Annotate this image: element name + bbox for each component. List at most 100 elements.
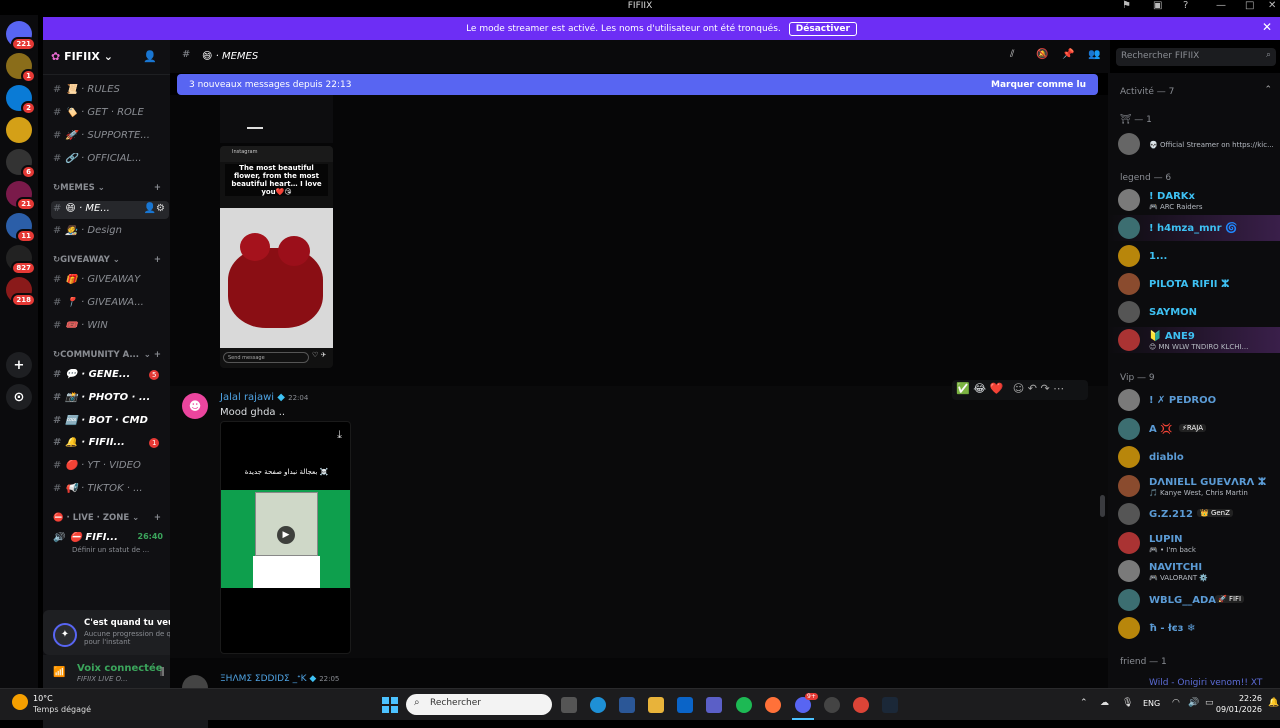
clock-time[interactable]: 22:26 <box>1222 694 1262 703</box>
member-item[interactable]: ! h4mza_mnr 🌀 <box>1108 215 1280 241</box>
server-icon[interactable]: 827 <box>6 245 36 275</box>
message-author[interactable]: Jalal rajawi ◆ 22:04 <box>220 392 308 403</box>
member-item[interactable]: ! DARKx 🎮 ARC Raiders <box>1108 187 1280 213</box>
member-item[interactable]: DΛNIELL GUEVΛRΛ ⵣ 🎵 Kanye West, Chris Mar… <box>1108 473 1280 499</box>
server-icon[interactable]: 21 <box>6 181 36 211</box>
story-image[interactable]: Instagram The most beautiful flower, fro… <box>220 146 333 368</box>
edge-icon[interactable] <box>590 697 606 713</box>
channel-get-role[interactable]: # 🏷️ · GET · ROLE <box>53 107 167 118</box>
add-reaction-icon[interactable]: ☺ <box>1013 382 1024 395</box>
channel-support[interactable]: # 🚀 · SUPPORTE... <box>53 130 167 141</box>
language-indicator[interactable]: ENG <box>1143 699 1160 708</box>
play-icon[interactable]: ▶ <box>277 526 295 544</box>
noise-icon[interactable]: ⫼ <box>160 667 165 678</box>
tray-chevron-icon[interactable]: ⌃ <box>1080 698 1088 708</box>
pin-icon[interactable]: 📌 <box>1062 49 1074 60</box>
channel-rules[interactable]: # 📜 · RULES <box>53 84 167 95</box>
voice-status-text[interactable]: Voix connectée <box>77 663 163 674</box>
task-view-icon[interactable] <box>561 697 577 713</box>
message-author[interactable]: ΞНΛMΣ ΣDDIDΣ _ᐩK ◆ 22:05 <box>220 674 339 684</box>
avatar[interactable]: ☻ <box>182 393 208 419</box>
add-member-icon[interactable]: 👤 <box>143 50 157 63</box>
clock-date[interactable]: 09/01/2026 <box>1206 705 1262 714</box>
member-item[interactable]: NAVITCHI 🎮 VALORANT ⚙️ <box>1108 558 1280 584</box>
voice-status[interactable]: Définir un statut de ... <box>72 546 149 554</box>
tray-app-icon[interactable]: ☁ <box>1100 698 1109 708</box>
mute-icon[interactable]: 🔕 <box>1036 49 1048 60</box>
channel-win[interactable]: # 🎟️ · WIN <box>53 320 167 331</box>
minimize-button[interactable]: — <box>1216 0 1226 11</box>
taskbar-search[interactable]: ⌕ Rechercher <box>406 694 552 715</box>
reaction-check[interactable]: ✅ <box>956 382 970 395</box>
app-icon[interactable] <box>824 697 840 713</box>
disable-streamer-button[interactable]: Désactiver <box>788 21 857 36</box>
member-item[interactable]: PILOTA RIFII ⵣ <box>1108 271 1280 297</box>
firefox-icon[interactable] <box>765 697 781 713</box>
more-icon[interactable]: ⋯ <box>1053 382 1064 395</box>
channel-giveaway-2[interactable]: # 📍 · GIVEAWA... <box>53 297 167 308</box>
member-item[interactable]: 🔰 ANE9 😊 MN WLW TNDIRO KLCHI... <box>1108 327 1280 353</box>
weather-temp[interactable]: 10°C <box>33 694 53 703</box>
channel-official[interactable]: # 🔗 · OFFICIAL... <box>53 153 167 164</box>
microphone-icon[interactable]: 🎙 <box>1122 698 1133 708</box>
maximize-button[interactable]: □ <box>1245 0 1254 11</box>
member-item[interactable]: LUPIN 🎮 • I'm back <box>1108 530 1280 556</box>
channel-yt-video[interactable]: # 🔴 · YT · VIDEO <box>53 460 167 471</box>
avatar[interactable] <box>182 675 208 688</box>
server-icon[interactable]: 221 <box>6 21 36 51</box>
weather-desc[interactable]: Temps dégagé <box>33 705 91 714</box>
help-icon[interactable]: ? <box>1183 0 1188 11</box>
category-memes[interactable]: ↻MEMES ⌄ + <box>53 183 165 193</box>
member-item[interactable]: ħ - łєз ❄ <box>1108 615 1280 641</box>
channel-design[interactable]: # 🧑‍🎨 · Design <box>53 225 167 236</box>
notification-icon[interactable]: 🔔 <box>1268 698 1279 708</box>
server-icon[interactable]: 2 <box>6 85 36 115</box>
threads-icon[interactable]: ⫽ <box>1010 49 1014 60</box>
voice-channel-name[interactable]: FIFIIX LIVE O... <box>77 675 128 683</box>
server-icon[interactable]: 1 <box>6 53 36 83</box>
teams-icon[interactable] <box>706 697 722 713</box>
close-icon[interactable]: ✕ <box>1262 20 1272 34</box>
members-icon[interactable]: 👥 <box>1088 49 1100 60</box>
add-server-icon[interactable]: + <box>6 352 32 378</box>
member-item[interactable]: diablo <box>1108 444 1280 470</box>
store-icon[interactable] <box>619 697 635 713</box>
member-item[interactable]: 1... <box>1108 243 1280 269</box>
volume-icon[interactable]: 🔊 <box>1188 698 1199 708</box>
new-messages-bar[interactable]: 3 nouveaux messages depuis 22:13 Marquer… <box>177 74 1098 95</box>
member-item[interactable]: A 💢 ⚡RAJA <box>1108 416 1280 442</box>
member-item[interactable]: WBLG__ADAM 🚀 FIFI <box>1108 587 1280 613</box>
reaction-heart[interactable]: ❤️ <box>990 382 1004 395</box>
video-attachment[interactable]: ⤓ بعجالة نبداو صفحة جديدة ☠️ ▶ <box>220 421 351 654</box>
reply-icon[interactable]: ↶ <box>1028 382 1037 395</box>
forward-icon[interactable]: ↷ <box>1040 382 1049 395</box>
server-icon[interactable]: 218 <box>6 277 36 307</box>
weather-icon[interactable] <box>12 694 28 710</box>
steam-icon[interactable] <box>882 697 898 713</box>
signal-icon[interactable]: 📶 <box>53 667 65 678</box>
channel-bot-cmd[interactable]: # 🆒 · BOT · CMD <box>53 415 167 426</box>
close-window-button[interactable]: ✕ <box>1268 0 1276 11</box>
member-item[interactable]: SAYMON <box>1108 299 1280 325</box>
member-item[interactable]: 💀 Official Streamer on https://kic... <box>1108 131 1280 157</box>
scrollbar[interactable] <box>1100 495 1105 517</box>
server-icon[interactable]: 11 <box>6 213 36 243</box>
flag-icon[interactable]: ⚑ <box>1122 0 1131 11</box>
chevron-up-icon[interactable]: ⌃ <box>1264 85 1272 95</box>
chrome-icon[interactable] <box>853 697 869 713</box>
wifi-icon[interactable]: ◠ <box>1172 698 1180 708</box>
channel-tiktok[interactable]: # 📢 · TIKTOK · ... <box>53 483 167 494</box>
channel-photo[interactable]: # 📸 · PHOTO · ... <box>53 392 167 403</box>
friend-name[interactable]: Wild - Onigiri venom!! XT <box>1149 678 1262 688</box>
category-live-zone[interactable]: ⛔ · LIVE · ZONE ⌄ + <box>53 513 165 523</box>
download-icon[interactable]: ⤓ <box>337 428 342 442</box>
server-icon[interactable]: 6 <box>6 149 36 179</box>
search-input[interactable]: Rechercher FIFIIX ⌕ <box>1116 48 1276 66</box>
channel-memes[interactable]: # 😄 · ME... 👤⚙ <box>51 201 169 219</box>
member-item[interactable]: G.Z.212 👑 GenZ <box>1108 501 1280 527</box>
inbox-icon[interactable]: ▣ <box>1153 0 1162 11</box>
reaction-laugh[interactable]: 😂 <box>973 382 986 395</box>
mark-read-button[interactable]: Marquer comme lu <box>991 80 1086 90</box>
category-giveaway[interactable]: ↻GIVEAWAY ⌄ + <box>53 255 165 265</box>
voice-channel-live[interactable]: 🔊 ⛔ FIFI... 26:40 <box>53 532 167 543</box>
